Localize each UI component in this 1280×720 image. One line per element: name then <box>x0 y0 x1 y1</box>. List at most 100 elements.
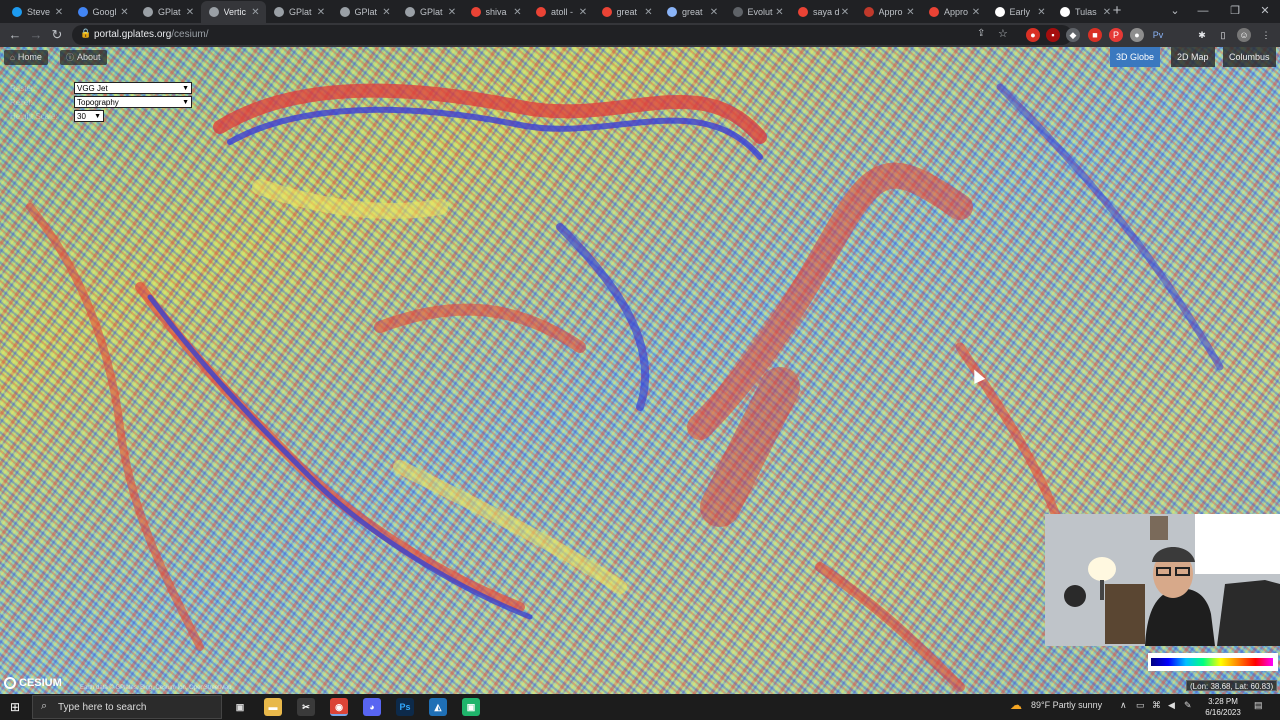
close-tab-icon[interactable]: ✕ <box>643 7 655 18</box>
mode-columbus-button[interactable]: Columbus <box>1223 47 1276 67</box>
snipping-tool-icon[interactable]: ✂ <box>297 698 315 716</box>
profile-avatar[interactable]: ☺ <box>1237 28 1251 42</box>
browser-tab-label: shiva <box>485 7 507 17</box>
close-tab-icon[interactable]: ✕ <box>708 7 720 18</box>
file-explorer-icon[interactable]: ▬ <box>264 698 282 716</box>
browser-tab[interactable]: Evolut ✕ <box>725 1 790 23</box>
close-window-button[interactable]: ✕ <box>1250 0 1280 23</box>
windows-taskbar: ⊞ ⌕ Type here to search ▣ ▬ ✂ ◉ ◕ Ps ◭ ▣… <box>0 694 1280 720</box>
browser-tab[interactable]: Early ✕ <box>987 1 1052 23</box>
url-path: /cesium/ <box>171 29 209 40</box>
browser-tab[interactable]: atoll - ✕ <box>528 1 593 23</box>
browser-tab[interactable]: GPlat ✕ <box>397 1 462 23</box>
extension-badge-icon[interactable]: ▪ <box>1046 28 1060 42</box>
browser-tab[interactable]: Vertic ✕ <box>200 1 266 23</box>
extension-stop-icon[interactable]: ■ <box>1088 28 1102 42</box>
volume-icon[interactable]: ◀ <box>1168 700 1175 711</box>
cesium-logo[interactable]: CESIUM <box>4 677 62 689</box>
mode-2d-map-button[interactable]: 2D Map <box>1171 47 1215 67</box>
close-tab-icon[interactable]: ✕ <box>315 7 327 18</box>
browser-tab[interactable]: Googl ✕ <box>70 1 135 23</box>
browser-tab[interactable]: Appro ✕ <box>856 1 921 23</box>
browser-tab[interactable]: great ✕ <box>659 1 724 23</box>
cesium-logo-text: CESIUM <box>19 677 62 689</box>
star-icon[interactable]: ☆ <box>998 27 1008 40</box>
raster-control: Raster: VGG Jet ▼ <box>10 82 192 94</box>
close-tab-icon[interactable]: ✕ <box>446 7 458 18</box>
google-earth-icon <box>77 7 88 17</box>
height-scale-label: Height Scale: <box>10 111 58 121</box>
restore-button[interactable]: ❐ <box>1220 0 1250 23</box>
close-tab-icon[interactable]: ✕ <box>1036 7 1048 18</box>
browser-tab[interactable]: GPlat ✕ <box>332 1 397 23</box>
chrome-taskbar-icon[interactable]: ◉ <box>330 698 348 716</box>
close-tab-icon[interactable]: ✕ <box>970 7 982 18</box>
maps-app-icon[interactable]: ◭ <box>429 698 447 716</box>
address-bar[interactable]: 🔒 portal.gplates.org/cesium/ ⇪ ☆ <box>72 25 1072 45</box>
pen-icon[interactable]: ✎ <box>1184 700 1192 711</box>
extension-gamepad-icon[interactable]: ◆ <box>1066 28 1080 42</box>
close-tab-icon[interactable]: ✕ <box>774 7 786 18</box>
relief-label: Relief: <box>10 97 33 107</box>
raster-select[interactable]: VGG Jet ▼ <box>74 82 192 94</box>
windows-start-icon[interactable]: ⊞ <box>8 700 22 714</box>
task-view-icon[interactable]: ▣ <box>231 698 249 716</box>
reload-icon[interactable]: ↻ <box>48 26 66 44</box>
browser-tab[interactable]: Steve ✕ <box>4 1 69 23</box>
close-tab-icon[interactable]: ✕ <box>512 7 524 18</box>
height-scale-select[interactable]: 30 ▼ <box>74 110 104 122</box>
side-panel-icon[interactable]: ▯ <box>1216 28 1230 42</box>
extension-pinterest-icon[interactable]: P <box>1109 28 1123 42</box>
weather-text[interactable]: 89°F Partly sunny <box>1031 700 1102 710</box>
extension-red-icon[interactable]: ● <box>1026 28 1040 42</box>
close-tab-icon[interactable]: ✕ <box>839 7 851 18</box>
browser-tab-label: Early <box>1009 7 1031 17</box>
close-tab-icon[interactable]: ✕ <box>184 7 196 18</box>
taskbar-clock[interactable]: 3:28 PM 6/16/2023 <box>1198 696 1248 718</box>
weather-icon[interactable]: ☁ <box>1010 698 1022 712</box>
tray-overflow-icon[interactable]: ∧ <box>1120 700 1127 711</box>
back-icon[interactable]: ← <box>6 26 24 44</box>
browser-tab-label: Evolut <box>747 7 773 17</box>
close-tab-icon[interactable]: ✕ <box>53 7 65 18</box>
extension-circle-icon[interactable]: ● <box>1130 28 1144 42</box>
share-icon[interactable]: ⇪ <box>977 28 985 39</box>
network-icon[interactable]: ⌘ <box>1152 700 1161 711</box>
browser-tab[interactable]: Appro ✕ <box>921 1 986 23</box>
browser-menu-icon[interactable]: ⋮ <box>1259 28 1273 42</box>
photoshop-icon[interactable]: Ps <box>396 698 414 716</box>
relief-select[interactable]: Topography ▼ <box>74 96 192 108</box>
close-tab-icon[interactable]: ✕ <box>905 7 917 18</box>
browser-tab[interactable]: great ✕ <box>594 1 659 23</box>
cesium-logo-icon <box>4 677 16 689</box>
close-tab-icon[interactable]: ✕ <box>119 7 131 18</box>
close-tab-icon[interactable]: ✕ <box>381 7 393 18</box>
discord-icon[interactable]: ◕ <box>363 698 381 716</box>
new-tab-button[interactable]: + <box>1108 2 1126 20</box>
data-credits[interactable]: Earth data © GPlates, Bing, Cesium Ion, … <box>80 685 232 691</box>
about-link[interactable]: ⓘ About <box>60 50 107 65</box>
browser-tab[interactable]: shiva ✕ <box>463 1 528 23</box>
cesium-viewer[interactable]: ⌂ Home ⓘ About 3D Globe 2D Map Columbus Ra… <box>0 47 1280 694</box>
google-icon <box>470 7 481 17</box>
green-app-icon[interactable]: ▣ <box>462 698 480 716</box>
twitter-icon <box>12 7 22 17</box>
close-tab-icon[interactable]: ✕ <box>250 7 262 18</box>
home-link[interactable]: ⌂ Home <box>4 50 48 65</box>
browser-tab[interactable]: GPlat ✕ <box>266 1 331 23</box>
mode-3d-globe-button[interactable]: 3D Globe <box>1110 47 1161 67</box>
browser-tab[interactable]: saya d ✕ <box>790 1 855 23</box>
extension-pv-icon[interactable]: Pv <box>1151 28 1165 42</box>
taskbar-search-box[interactable]: ⌕ Type here to search <box>32 695 222 719</box>
height-scale-control: Height Scale: 30 ▼ <box>10 110 104 122</box>
forward-icon[interactable]: → <box>27 26 45 44</box>
close-tab-icon[interactable]: ✕ <box>577 7 589 18</box>
browser-tab-label: saya d <box>813 7 839 17</box>
meet-now-icon[interactable]: ▭ <box>1136 700 1145 711</box>
extensions-puzzle-icon[interactable]: ✱ <box>1195 28 1209 42</box>
notifications-icon[interactable]: ▤ <box>1254 700 1263 711</box>
tab-search-icon[interactable]: ⌄ <box>1160 0 1190 23</box>
browser-tab[interactable]: GPlat ✕ <box>135 1 200 23</box>
minimize-button[interactable]: — <box>1188 0 1218 23</box>
browser-tab-label: GPlat <box>158 7 181 17</box>
